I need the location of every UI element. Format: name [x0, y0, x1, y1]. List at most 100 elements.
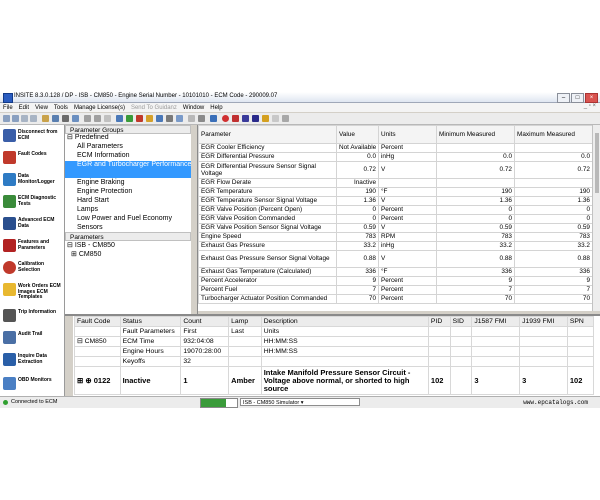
toolbar-paste-icon[interactable] [104, 115, 111, 122]
menu-edit[interactable]: Edit [16, 105, 32, 111]
table-row[interactable]: EGR Valve Position Sensor Signal Voltage… [198, 223, 593, 233]
tree-root-device[interactable]: ⊟ ISB - CM850 [65, 242, 191, 251]
toolbar-pause-icon[interactable] [242, 115, 249, 122]
col-lamp[interactable]: Lamp [228, 316, 262, 327]
fault-codes-side-tab[interactable] [65, 316, 73, 400]
col-status[interactable]: Status [119, 316, 182, 327]
sidebar-item-audit-trail[interactable]: Audit Trail [2, 329, 62, 347]
tree-predefined[interactable]: ⊟ Predefined [65, 134, 191, 143]
toolbar-open-icon[interactable] [42, 115, 49, 122]
group-egr-turbocharger[interactable]: EGR and Turbocharger Performance [65, 161, 191, 178]
sidebar-item-obd-monitors[interactable]: OBD Monitors [2, 375, 62, 393]
table-row[interactable]: Percent Accelerator 9 Percent 9 9 [198, 276, 593, 286]
toolbar-find-icon[interactable] [84, 115, 91, 122]
toolbar-help-icon[interactable] [282, 115, 289, 122]
toolbar-misc-icon[interactable] [166, 115, 173, 122]
toolbar-copy-icon[interactable] [94, 115, 101, 122]
toolbar-filter-icon[interactable] [188, 115, 195, 122]
group-all-parameters[interactable]: All Parameters [65, 143, 191, 152]
col-max-measured[interactable]: Maximum Measured [514, 125, 593, 144]
col-fault-code[interactable]: Fault Code [74, 316, 121, 327]
table-row[interactable]: Percent Fuel 7 Percent 7 7 [198, 285, 593, 295]
toolbar-settings-icon[interactable] [272, 115, 279, 122]
menu-tools[interactable]: Tools [51, 105, 71, 111]
scroll-thumb[interactable] [595, 133, 599, 193]
group-ecm-information[interactable]: ECM Information [65, 152, 191, 161]
toolbar-snapshot-icon[interactable] [262, 115, 269, 122]
col-j1939-fmi[interactable]: J1939 FMI [519, 316, 568, 327]
table-row[interactable]: EGR Valve Position (Percent Open) 0 Percen… [198, 205, 593, 215]
sidebar-item-advanced-ecm[interactable]: Advanced ECM Data [2, 215, 62, 233]
table-row[interactable]: Turbocharger Actuator Position Commanded… [198, 294, 593, 304]
toolbar-nav2-icon[interactable] [30, 115, 37, 122]
menu-help[interactable]: Help [207, 105, 225, 111]
col-parameter[interactable]: Parameter [198, 125, 337, 144]
col-min-measured[interactable]: Minimum Measured [436, 125, 515, 144]
group-hard-start[interactable]: Hard Start [65, 197, 191, 206]
table-row[interactable]: EGR Valve Position Commanded 0 Percent 0 0 [198, 214, 593, 224]
group-engine-braking[interactable]: Engine Braking [65, 179, 191, 188]
sidebar-item-inquire[interactable]: Inquire Data Extraction [2, 351, 62, 369]
toolbar-connect-icon[interactable] [116, 115, 123, 122]
table-row[interactable]: Exhaust Gas Temperature (Calculated) 336 °… [198, 267, 593, 277]
sidebar-item-features[interactable]: Features and Parameters [2, 237, 62, 255]
col-spn[interactable]: SPN [566, 316, 595, 327]
col-units[interactable]: Units [378, 125, 437, 144]
table-row[interactable]: EGR Temperature Sensor Signal Voltage 1.3… [198, 196, 593, 206]
table-row[interactable]: EGR Temperature 190 °F 190 190 [198, 187, 593, 197]
fault-param-row[interactable]: ⊟ CM850 ECM Time 932:04:08 HH:MM:SS [74, 336, 595, 347]
menu-window[interactable]: Window [180, 105, 207, 111]
sidebar-item-calibration[interactable]: Calibration Selection [2, 259, 62, 277]
toolbar-fault-icon[interactable] [136, 115, 143, 122]
col-j1587-fmi[interactable]: J1587 FMI [471, 316, 521, 327]
table-row[interactable]: EGR Cooler Efficiency Not Available Percen… [198, 143, 593, 153]
close-button[interactable]: × [585, 93, 598, 103]
fault-row[interactable]: ⊞ ⊕ 0122 Inactive 1 Amber Intake Manifol… [74, 366, 595, 395]
col-pid[interactable]: PID [427, 316, 451, 327]
mdi-controls[interactable]: _ ▫ × [584, 103, 596, 109]
sidebar-item-trip-info[interactable]: Trip Information [2, 307, 62, 325]
table-row[interactable]: EGR Flow Derate Inactive [198, 178, 593, 188]
menu-manage-licenses[interactable]: Manage License(s) [71, 105, 128, 111]
toolbar-print-icon[interactable] [62, 115, 69, 122]
toolbar-chart-icon[interactable] [210, 115, 217, 122]
group-engine-protection[interactable]: Engine Protection [65, 188, 191, 197]
table-row[interactable]: Exhaust Gas Pressure 33.2 inHg 33.2 33.2 [198, 241, 593, 251]
toolbar-back-icon[interactable] [3, 115, 10, 122]
panel-splitter[interactable] [191, 125, 197, 314]
sidebar-item-fault-codes[interactable]: Fault Codes [2, 149, 62, 167]
col-description[interactable]: Description [260, 316, 429, 327]
table-row[interactable]: EGR Differential Pressure 0.0 inHg 0.0 0.0 [198, 152, 593, 162]
simulator-select[interactable]: ISB - CM850 Simulator ▾ [240, 398, 360, 406]
minimize-button[interactable]: – [557, 93, 570, 103]
tree-child-cm850[interactable]: ⊞ CM850 [65, 251, 191, 260]
toolbar-misc2-icon[interactable] [176, 115, 183, 122]
table-row[interactable]: Exhaust Gas Pressure Sensor Signal Volta… [198, 250, 593, 268]
col-value[interactable]: Value [336, 125, 379, 144]
group-lamps[interactable]: Lamps [65, 206, 191, 215]
fault-param-row[interactable]: Keyoffs 32 [74, 356, 595, 367]
col-sid[interactable]: SID [449, 316, 473, 327]
col-count[interactable]: Count [180, 316, 230, 327]
sidebar-item-data-monitor[interactable]: Data Monitor/Logger [2, 171, 62, 189]
menu-send-to-guidanz[interactable]: Send To Guidanz [128, 105, 180, 111]
maximize-button[interactable]: □ [571, 93, 584, 103]
table-row[interactable]: Engine Speed 783 RPM 783 783 [198, 232, 593, 242]
group-low-power[interactable]: Low Power and Fuel Economy [65, 215, 191, 224]
toolbar-stop-icon[interactable] [232, 115, 239, 122]
toolbar-feature-icon[interactable] [146, 115, 153, 122]
toolbar-record-icon[interactable] [222, 115, 229, 122]
table-row[interactable]: EGR Differential Pressure Sensor Signal … [198, 161, 593, 179]
parameter-table-scrollbar[interactable] [592, 125, 600, 311]
menu-file[interactable]: File [0, 105, 16, 111]
group-sensors[interactable]: Sensors [65, 224, 191, 231]
toolbar-forward-icon[interactable] [12, 115, 19, 122]
toolbar-ecm-icon[interactable] [156, 115, 163, 122]
fault-param-row[interactable]: Engine Hours 19070:28:00 HH:MM:SS [74, 346, 595, 357]
toolbar-monitor-icon[interactable] [126, 115, 133, 122]
toolbar-tool-icon[interactable] [198, 115, 205, 122]
sidebar-item-diagnostic-tests[interactable]: ECM Diagnostic Tests [2, 193, 62, 211]
menu-view[interactable]: View [32, 105, 51, 111]
sidebar-item-disconnect[interactable]: Disconnect from ECM [2, 127, 62, 145]
toolbar-preview-icon[interactable] [72, 115, 79, 122]
